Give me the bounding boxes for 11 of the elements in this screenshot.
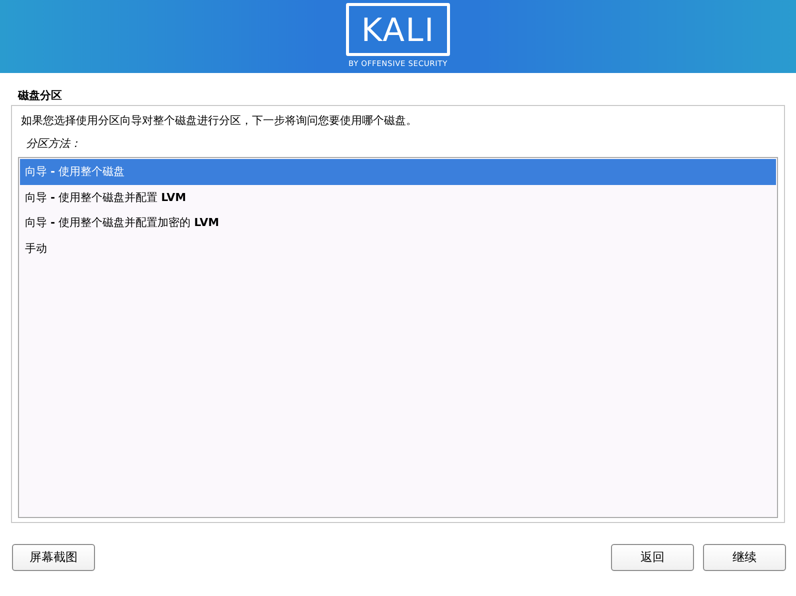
list-item[interactable]: 向导 - 使用整个磁盘: [20, 159, 776, 184]
continue-button[interactable]: 继续: [703, 544, 786, 571]
description-text: 如果您选择使用分区向导对整个磁盘进行分区，下一步将询问您要使用哪个磁盘。: [20, 113, 418, 129]
back-button[interactable]: 返回: [611, 544, 694, 571]
prompt-label: 分区方法：: [25, 136, 82, 152]
logo: KALI: [346, 3, 450, 56]
page-title: 磁盘分区: [16, 88, 63, 104]
screenshot-button[interactable]: 屏幕截图: [12, 544, 95, 571]
list-item[interactable]: 向导 - 使用整个磁盘并配置加密的 LVM: [20, 210, 776, 236]
list-item[interactable]: 手动: [20, 236, 776, 261]
list-item[interactable]: 向导 - 使用整个磁盘并配置 LVM: [20, 184, 776, 210]
